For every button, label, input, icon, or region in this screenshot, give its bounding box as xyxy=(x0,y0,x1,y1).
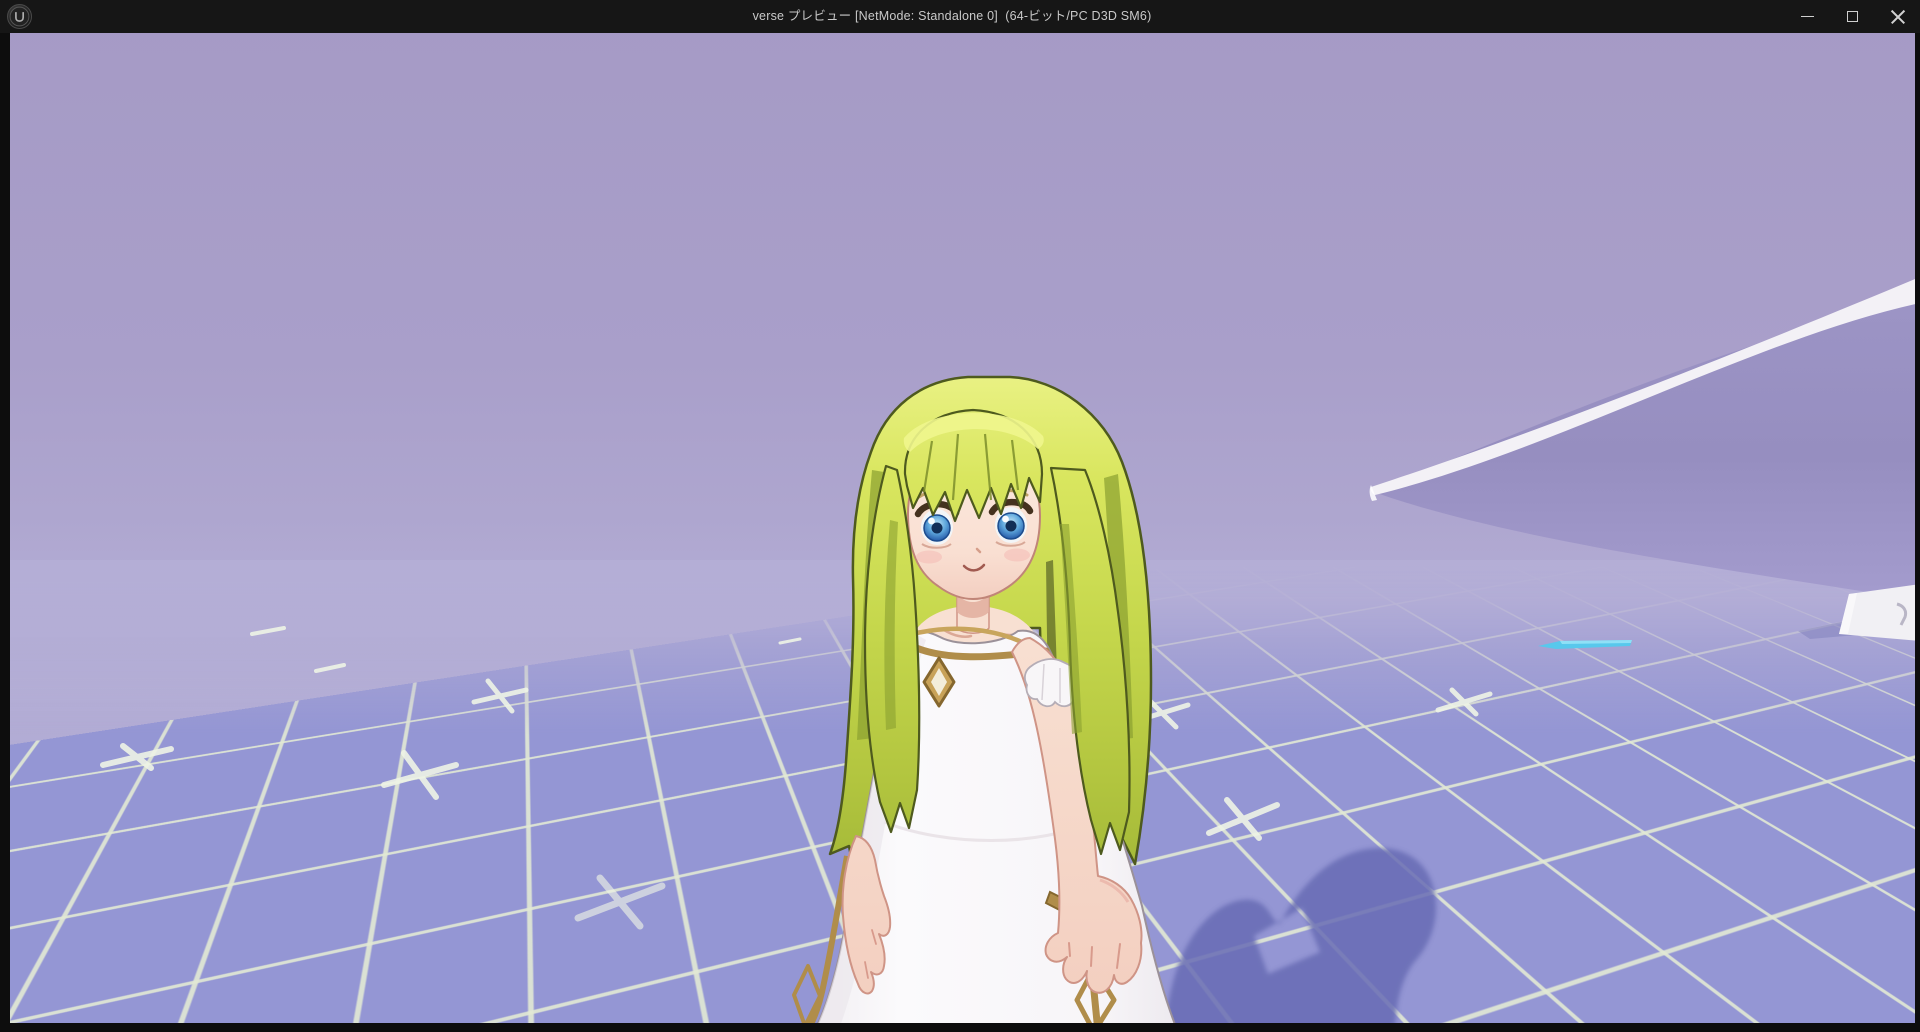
maximize-button[interactable] xyxy=(1830,0,1875,33)
white-disc-structure xyxy=(1370,277,1915,600)
white-sign xyxy=(1798,584,1915,641)
unreal-logo-glyph xyxy=(8,4,31,29)
window-title: verse プレビュー [NetMode: Standalone 0] (64-… xyxy=(753,0,1152,33)
cyan-streak xyxy=(1538,640,1632,649)
blush-left xyxy=(916,551,942,564)
minimize-button[interactable] xyxy=(1785,0,1830,33)
close-icon xyxy=(1890,9,1906,25)
game-viewport[interactable] xyxy=(10,33,1915,1023)
minimize-icon xyxy=(1801,16,1814,17)
unreal-engine-logo-icon[interactable] xyxy=(7,4,32,29)
maximize-icon xyxy=(1847,11,1858,22)
scene-overlay xyxy=(10,33,1915,1023)
character xyxy=(794,377,1178,1023)
window-controls xyxy=(1785,0,1920,33)
character-shadow xyxy=(1162,848,1436,1023)
close-button[interactable] xyxy=(1875,0,1920,33)
titlebar[interactable]: verse プレビュー [NetMode: Standalone 0] (64-… xyxy=(0,0,1920,33)
grid-intersection-marks xyxy=(103,628,1490,926)
app-window: verse プレビュー [NetMode: Standalone 0] (64-… xyxy=(0,0,1920,1032)
blush-right xyxy=(1004,549,1030,562)
3d-scene xyxy=(10,33,1915,1023)
